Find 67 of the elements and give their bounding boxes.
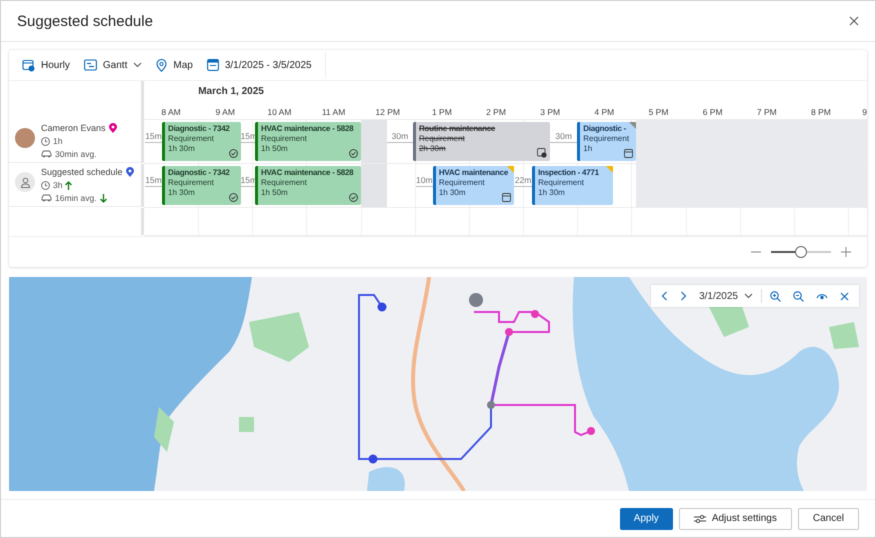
chevron-right-icon xyxy=(680,291,688,301)
resource-name: Suggested schedule xyxy=(41,167,123,177)
travel-average: 16min avg. xyxy=(55,193,97,203)
adjust-settings-button[interactable]: Adjust settings xyxy=(678,508,792,530)
close-icon xyxy=(849,16,859,26)
caret-icon xyxy=(744,293,753,299)
booking-block[interactable]: HVAC maintenance - 5828 Requirement 1h 50m xyxy=(255,122,361,161)
calendar-icon xyxy=(624,149,633,158)
hour-label: 10 AM xyxy=(267,107,292,117)
hour-label: 6 PM xyxy=(702,107,723,117)
check-circle-icon xyxy=(228,149,238,158)
travel-average: 30min avg. xyxy=(55,149,97,159)
zoom-out-icon xyxy=(793,290,804,302)
car-icon xyxy=(41,194,52,202)
toolbar-button[interactable]: Hourly xyxy=(15,53,77,77)
hour-label: 4 PM xyxy=(594,107,614,117)
hour-label: 5 PM xyxy=(648,107,668,117)
work-duration: 1h xyxy=(53,136,62,146)
hour-label: 11 AM xyxy=(322,107,346,117)
hour-label: 2 PM xyxy=(486,107,506,117)
booking-block[interactable]: Diagnostic - Requirement 1h xyxy=(577,122,636,161)
eye-icon xyxy=(816,292,828,300)
photo-placeholder xyxy=(15,128,35,148)
hour-label: 3 PM xyxy=(540,107,560,117)
calendar-icon xyxy=(206,59,219,71)
hour-label: 7 PM xyxy=(756,107,777,117)
slider-thumb[interactable] xyxy=(795,246,807,258)
close-button[interactable] xyxy=(847,14,861,28)
check-circle-icon xyxy=(348,193,358,202)
booking-block[interactable]: HVAC maintenance Requirement 1h 30m xyxy=(432,166,514,205)
calendar-icon xyxy=(502,193,512,202)
calendar-blocked-icon xyxy=(537,148,548,158)
calendar-clock-icon xyxy=(22,58,35,72)
booking-block[interactable]: Diagnostic - 7342 Requirement 1h 30m xyxy=(162,122,241,161)
hour-label: 8 AM xyxy=(161,107,181,117)
hour-label: 9 xyxy=(862,107,867,117)
car-icon xyxy=(41,150,52,158)
work-duration: 3h xyxy=(53,180,62,190)
hour-label: 12 PM xyxy=(375,107,400,117)
dialog-title: Suggested schedule xyxy=(17,12,153,30)
toolbar-button[interactable]: 3/1/2025 - 3/5/2025 xyxy=(200,53,319,77)
check-circle-icon xyxy=(348,149,358,158)
cancel-button[interactable]: Cancel xyxy=(798,508,859,530)
check-circle-icon xyxy=(228,193,238,202)
apply-button[interactable]: Apply xyxy=(620,508,673,530)
booking-block[interactable]: HVAC maintenance - 5828 Requirement 1h 50m xyxy=(255,166,361,205)
hour-label: 1 PM xyxy=(432,107,452,117)
clock-icon xyxy=(41,180,50,190)
chevron-left-icon xyxy=(661,291,668,301)
avatar-placeholder xyxy=(15,172,35,192)
location-pin-icon xyxy=(156,58,168,72)
close-icon xyxy=(840,292,849,300)
booking-block[interactable]: Routine maintenance Requirement 2h 30m xyxy=(412,122,550,161)
sliders-icon xyxy=(694,514,706,524)
hour-label: 8 PM xyxy=(811,107,831,117)
resource-name: Cameron Evans xyxy=(41,123,106,133)
plus-icon xyxy=(841,247,851,257)
toolbar-button[interactable]: Gantt xyxy=(76,53,150,77)
toolbar-button[interactable]: Map xyxy=(149,53,200,77)
hour-label: 9 AM xyxy=(216,107,235,117)
booking-block[interactable]: Diagnostic - 7342 Requirement 1h 30m xyxy=(162,166,241,205)
clock-icon xyxy=(41,136,50,146)
date-heading: March 1, 2025 xyxy=(198,86,264,97)
booking-block[interactable]: Inspection - 4771 Requirement 1h 30m xyxy=(532,166,614,205)
gantt-icon xyxy=(84,59,97,71)
zoom-in-icon xyxy=(770,290,781,302)
zoom-in-button[interactable] xyxy=(839,245,853,259)
